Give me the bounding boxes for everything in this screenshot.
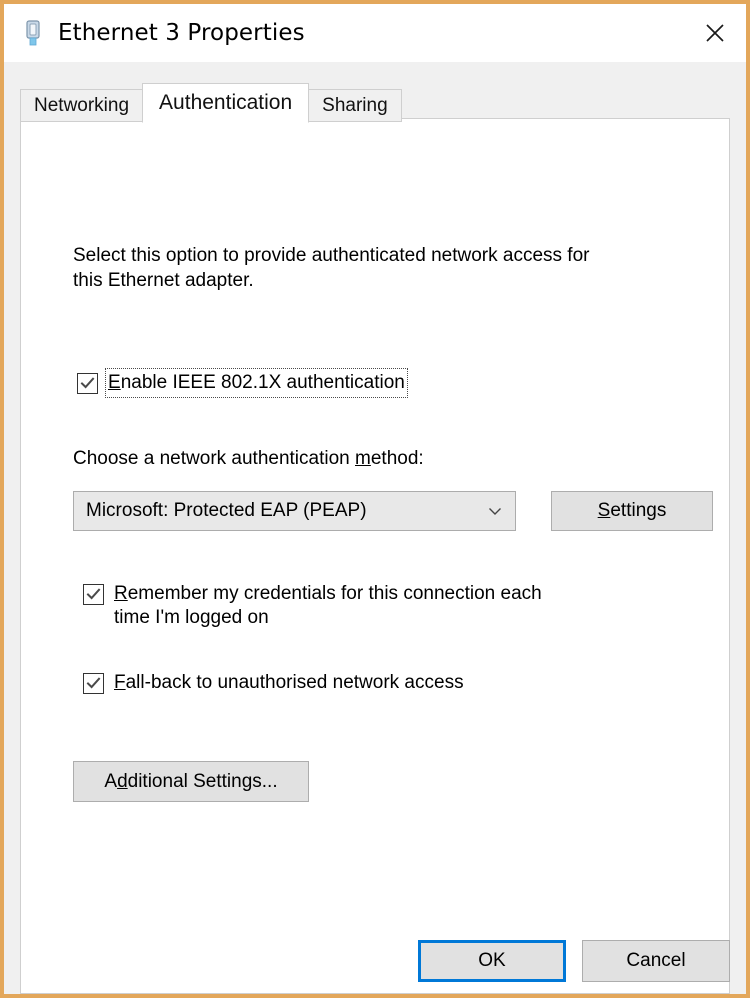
auth-method-combobox[interactable]: Microsoft: Protected EAP (PEAP) bbox=[73, 491, 516, 531]
enable-8021x-accel: E bbox=[108, 372, 121, 393]
additional-settings-accel: d bbox=[117, 770, 128, 792]
ok-button[interactable]: OK bbox=[418, 940, 566, 982]
window-title: Ethernet 3 Properties bbox=[58, 20, 305, 46]
close-icon[interactable] bbox=[684, 4, 746, 62]
remember-credentials-accel: R bbox=[114, 583, 128, 604]
settings-button-label-rest: ettings bbox=[610, 500, 667, 521]
settings-button-accel: S bbox=[597, 500, 611, 521]
tab-authentication-label: Authentication bbox=[159, 91, 293, 114]
cancel-button-label: Cancel bbox=[626, 950, 686, 971]
intro-description: Select this option to provide authentica… bbox=[73, 243, 673, 293]
fallback-checkbox[interactable] bbox=[83, 673, 104, 694]
enable-8021x-label: Enable IEEE 802.1X authentication bbox=[105, 368, 408, 398]
enable-8021x-checkbox-row[interactable]: Enable IEEE 802.1X authentication bbox=[77, 368, 408, 398]
remember-credentials-checkbox-row[interactable]: Remember my credentials for this connect… bbox=[83, 582, 623, 630]
auth-method-label: Choose a network authentication method: bbox=[73, 448, 424, 470]
network-adapter-icon bbox=[26, 20, 40, 46]
additional-settings-prefix: A bbox=[104, 770, 118, 792]
intro-line-1: Select this option to provide authentica… bbox=[73, 245, 590, 266]
auth-method-label-accel: m bbox=[355, 448, 371, 469]
fallback-label: Fall-back to unauthorised network access bbox=[114, 671, 464, 695]
remember-credentials-checkbox[interactable] bbox=[83, 584, 104, 605]
tab-networking[interactable]: Networking bbox=[20, 89, 144, 122]
dialog-footer: OK Cancel bbox=[418, 940, 730, 982]
tab-sharing-label: Sharing bbox=[322, 94, 388, 116]
additional-settings-suffix: ditional Settings... bbox=[127, 770, 278, 792]
cancel-button[interactable]: Cancel bbox=[582, 940, 730, 982]
intro-line-2: this Ethernet adapter. bbox=[73, 270, 254, 291]
fallback-accel: F bbox=[114, 672, 126, 693]
tab-strip: Networking Authentication Sharing bbox=[20, 83, 402, 123]
remember-credentials-label: Remember my credentials for this connect… bbox=[114, 582, 542, 630]
remember-credentials-line-2: time I'm logged on bbox=[114, 607, 269, 628]
chevron-down-icon bbox=[489, 508, 501, 515]
close-glyph bbox=[706, 24, 724, 42]
checkmark-icon bbox=[80, 377, 95, 389]
title-bar: Ethernet 3 Properties bbox=[4, 4, 746, 62]
tab-networking-label: Networking bbox=[34, 94, 130, 116]
ok-button-label: OK bbox=[478, 950, 506, 971]
authentication-tab-panel: Select this option to provide authentica… bbox=[20, 118, 730, 994]
tab-authentication[interactable]: Authentication bbox=[142, 83, 310, 123]
remember-credentials-line-1: emember my credentials for this connecti… bbox=[127, 583, 542, 604]
fallback-checkbox-row[interactable]: Fall-back to unauthorised network access bbox=[83, 671, 464, 695]
properties-dialog-window: Ethernet 3 Properties Networking Authent… bbox=[0, 0, 750, 998]
tab-sharing[interactable]: Sharing bbox=[308, 89, 402, 122]
auth-method-label-prefix: Choose a network authentication bbox=[73, 448, 356, 469]
checkmark-icon bbox=[86, 588, 101, 600]
settings-button[interactable]: Settings bbox=[551, 491, 713, 531]
dialog-body: Networking Authentication Sharing Select… bbox=[4, 62, 746, 994]
enable-8021x-label-rest: nable IEEE 802.1X authentication bbox=[120, 372, 405, 393]
additional-settings-button[interactable]: Ad ditional Settings... bbox=[73, 761, 309, 802]
fallback-label-rest: all-back to unauthorised network access bbox=[125, 672, 464, 693]
auth-method-label-suffix: ethod: bbox=[370, 448, 424, 469]
checkmark-icon bbox=[86, 677, 101, 689]
enable-8021x-checkbox[interactable] bbox=[77, 373, 98, 394]
auth-method-value: Microsoft: Protected EAP (PEAP) bbox=[86, 500, 367, 521]
